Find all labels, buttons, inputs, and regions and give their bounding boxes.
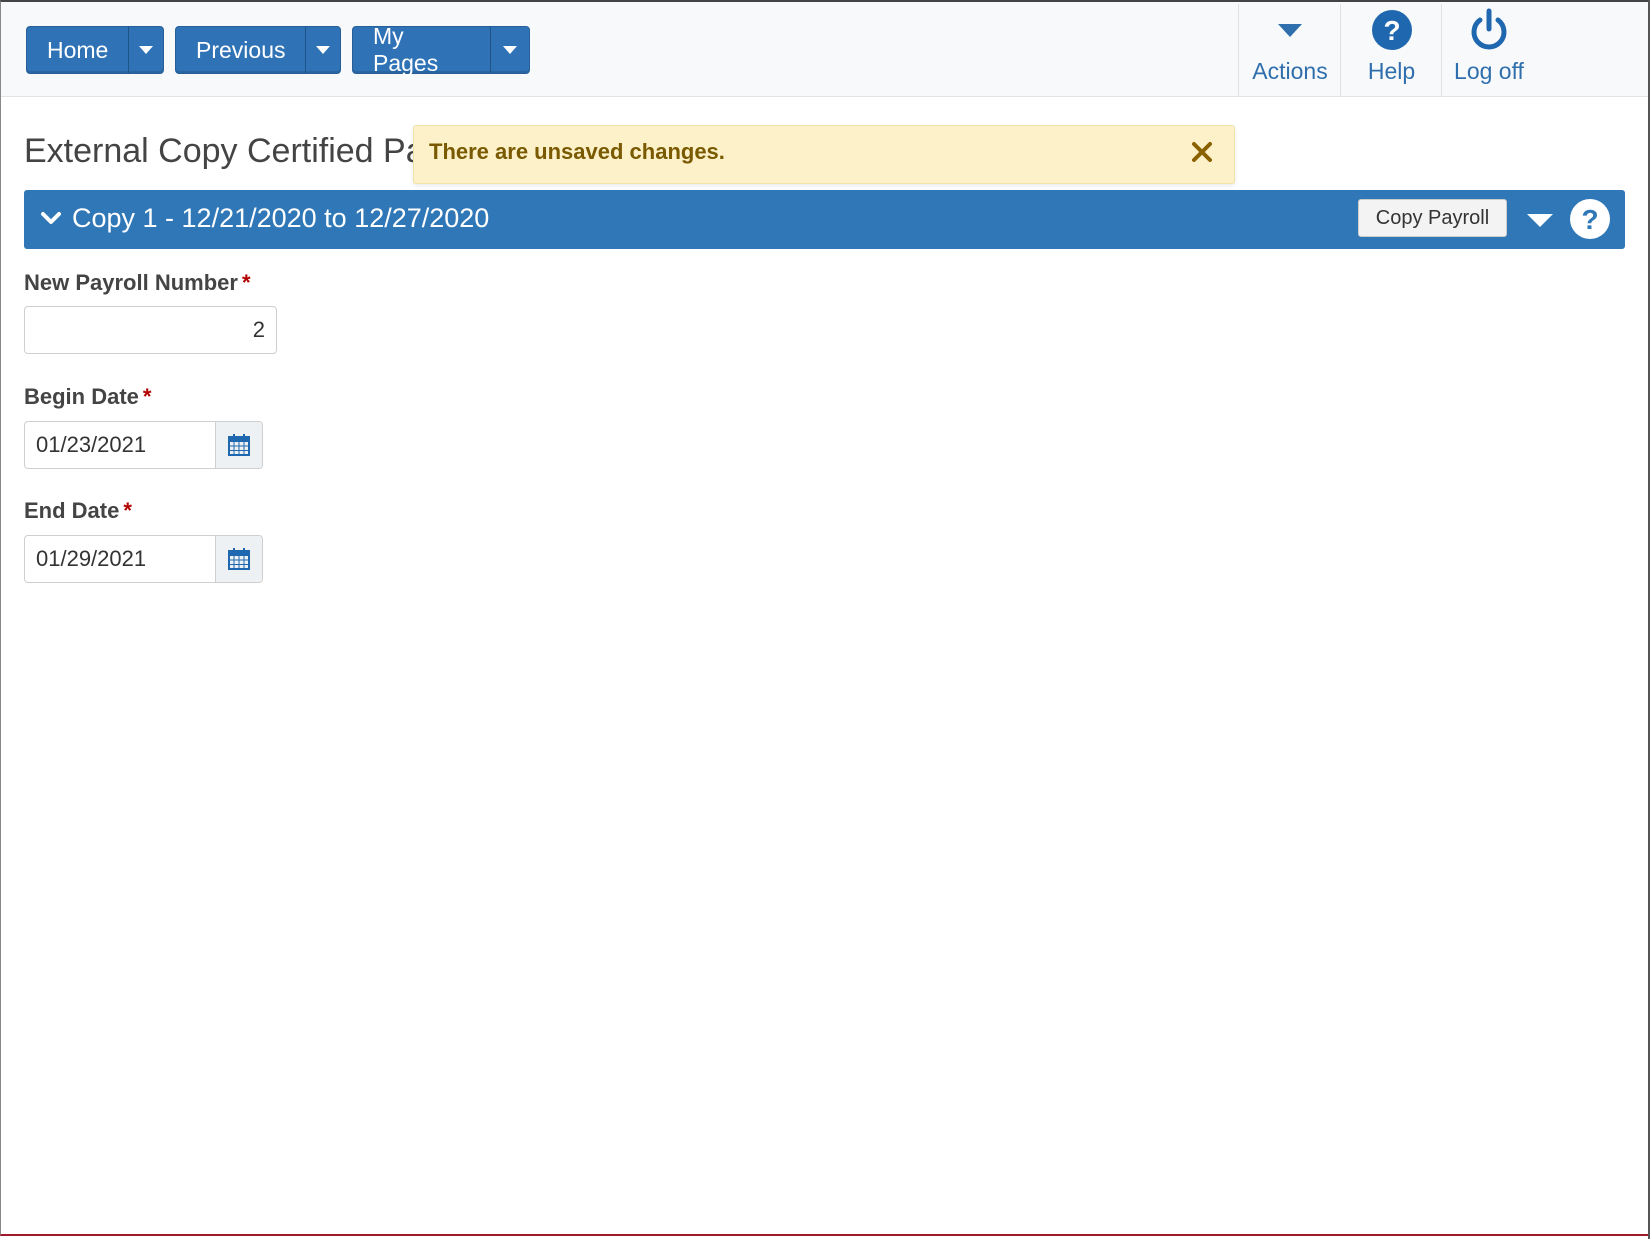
svg-text:?: ? [1383, 15, 1400, 46]
power-icon [1468, 4, 1510, 56]
help-label: Help [1367, 58, 1416, 84]
end-date-input[interactable]: 01/29/2021 [25, 546, 215, 572]
required-marker: * [142, 384, 152, 409]
chevron-down-icon [316, 46, 331, 54]
logoff-link[interactable]: Log off [1441, 4, 1536, 96]
chevron-down-icon [503, 46, 518, 54]
help-link[interactable]: ? Help [1340, 4, 1442, 96]
calendar-icon[interactable] [215, 422, 262, 468]
begin-date-field: 01/23/2021 [24, 421, 263, 469]
copy-payroll-button[interactable]: Copy Payroll [1358, 199, 1507, 237]
logoff-label: Log off [1454, 58, 1524, 84]
actions-label: Actions [1252, 58, 1328, 84]
app-window [0, 0, 1648, 1236]
required-marker: * [241, 270, 251, 295]
calendar-icon[interactable] [215, 536, 262, 582]
begin-date-label-text: Begin Date [24, 384, 139, 409]
home-split-button: Home [26, 26, 164, 74]
unsaved-changes-notification: There are unsaved changes. [413, 125, 1235, 184]
end-date-label-text: End Date [24, 498, 120, 523]
collapse-chevron-icon[interactable] [40, 210, 62, 231]
chevron-down-icon [139, 46, 154, 54]
copy-panel-header: Copy 1 - 12/21/2020 to 12/27/2020 Copy P… [24, 190, 1625, 249]
panel-title: Copy 1 - 12/21/2020 to 12/27/2020 [72, 203, 490, 233]
home-dropdown-button[interactable] [128, 27, 163, 73]
mypages-button[interactable]: My Pages [353, 23, 490, 76]
panel-help-icon[interactable]: ? [1569, 198, 1611, 245]
top-navigation-bar: Home Previous My Pages Actions ? Help Lo… [1, 2, 1648, 97]
begin-date-input[interactable]: 01/23/2021 [25, 432, 215, 458]
end-date-label: End Date * [24, 498, 132, 524]
close-icon[interactable] [1190, 140, 1214, 164]
previous-split-button: Previous [175, 26, 341, 74]
previous-dropdown-button[interactable] [305, 27, 340, 73]
payroll-number-label-text: New Payroll Number [24, 270, 238, 295]
actions-menu[interactable]: Actions [1238, 4, 1341, 96]
panel-menu-caret-icon[interactable] [1526, 212, 1554, 233]
notification-message: There are unsaved changes. [429, 139, 725, 164]
payroll-number-value: 2 [252, 317, 265, 342]
mypages-split-button: My Pages [352, 23, 530, 76]
caret-down-icon [1276, 4, 1304, 56]
page-title: External Copy Certified Payroll [24, 132, 414, 170]
question-circle-icon: ? [1371, 4, 1413, 56]
previous-button[interactable]: Previous [176, 27, 305, 73]
mypages-dropdown-button[interactable] [490, 27, 529, 73]
home-button[interactable]: Home [27, 27, 128, 73]
payroll-number-label: New Payroll Number * [24, 270, 251, 296]
payroll-number-input[interactable]: 2 [24, 306, 277, 354]
end-date-field: 01/29/2021 [24, 535, 263, 583]
svg-text:?: ? [1581, 204, 1598, 235]
required-marker: * [123, 498, 132, 523]
begin-date-label: Begin Date * [24, 384, 151, 410]
